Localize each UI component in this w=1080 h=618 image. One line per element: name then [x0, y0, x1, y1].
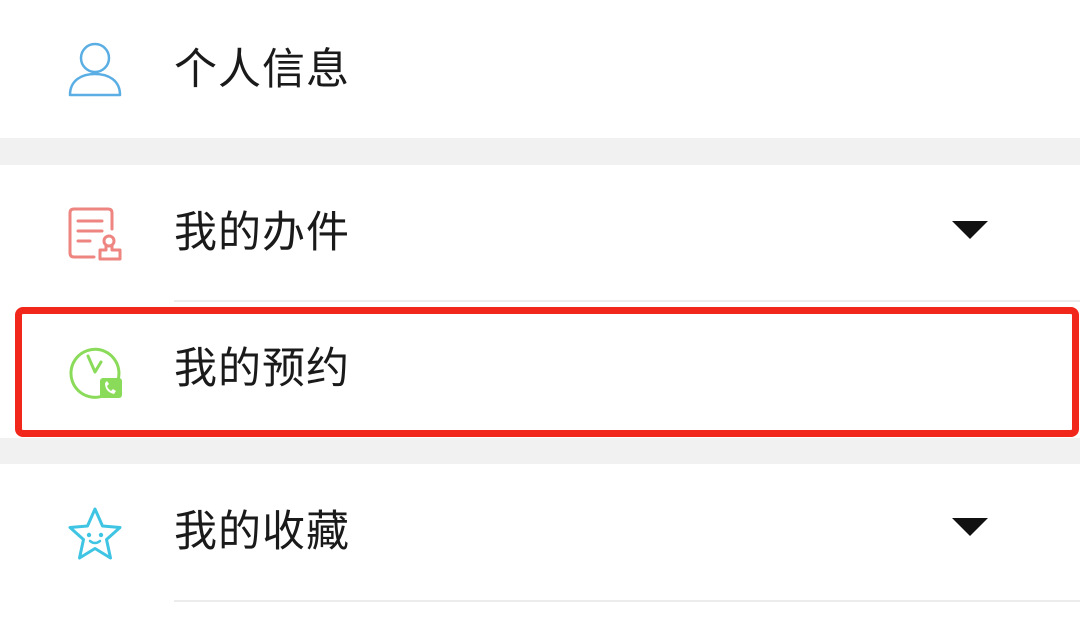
- highlight-box: [15, 307, 1079, 437]
- menu-item-my-favorites[interactable]: 我的收藏: [0, 464, 1080, 618]
- menu-item-personal-info[interactable]: 个人信息: [0, 0, 1080, 138]
- menu-item-my-cases[interactable]: 我的办件: [0, 165, 1080, 302]
- menu-item-label: 个人信息: [174, 45, 350, 95]
- person-icon: [64, 38, 126, 100]
- document-stamp-icon: [64, 203, 126, 265]
- row-divider: [174, 600, 1080, 602]
- star-icon: [64, 504, 126, 566]
- chevron-down-icon[interactable]: [950, 219, 990, 241]
- section-separator: [0, 438, 1080, 464]
- section-separator: [0, 138, 1080, 165]
- menu-item-label: 我的收藏: [174, 507, 350, 557]
- chevron-down-icon[interactable]: [950, 516, 990, 538]
- menu-item-label: 我的办件: [174, 208, 350, 258]
